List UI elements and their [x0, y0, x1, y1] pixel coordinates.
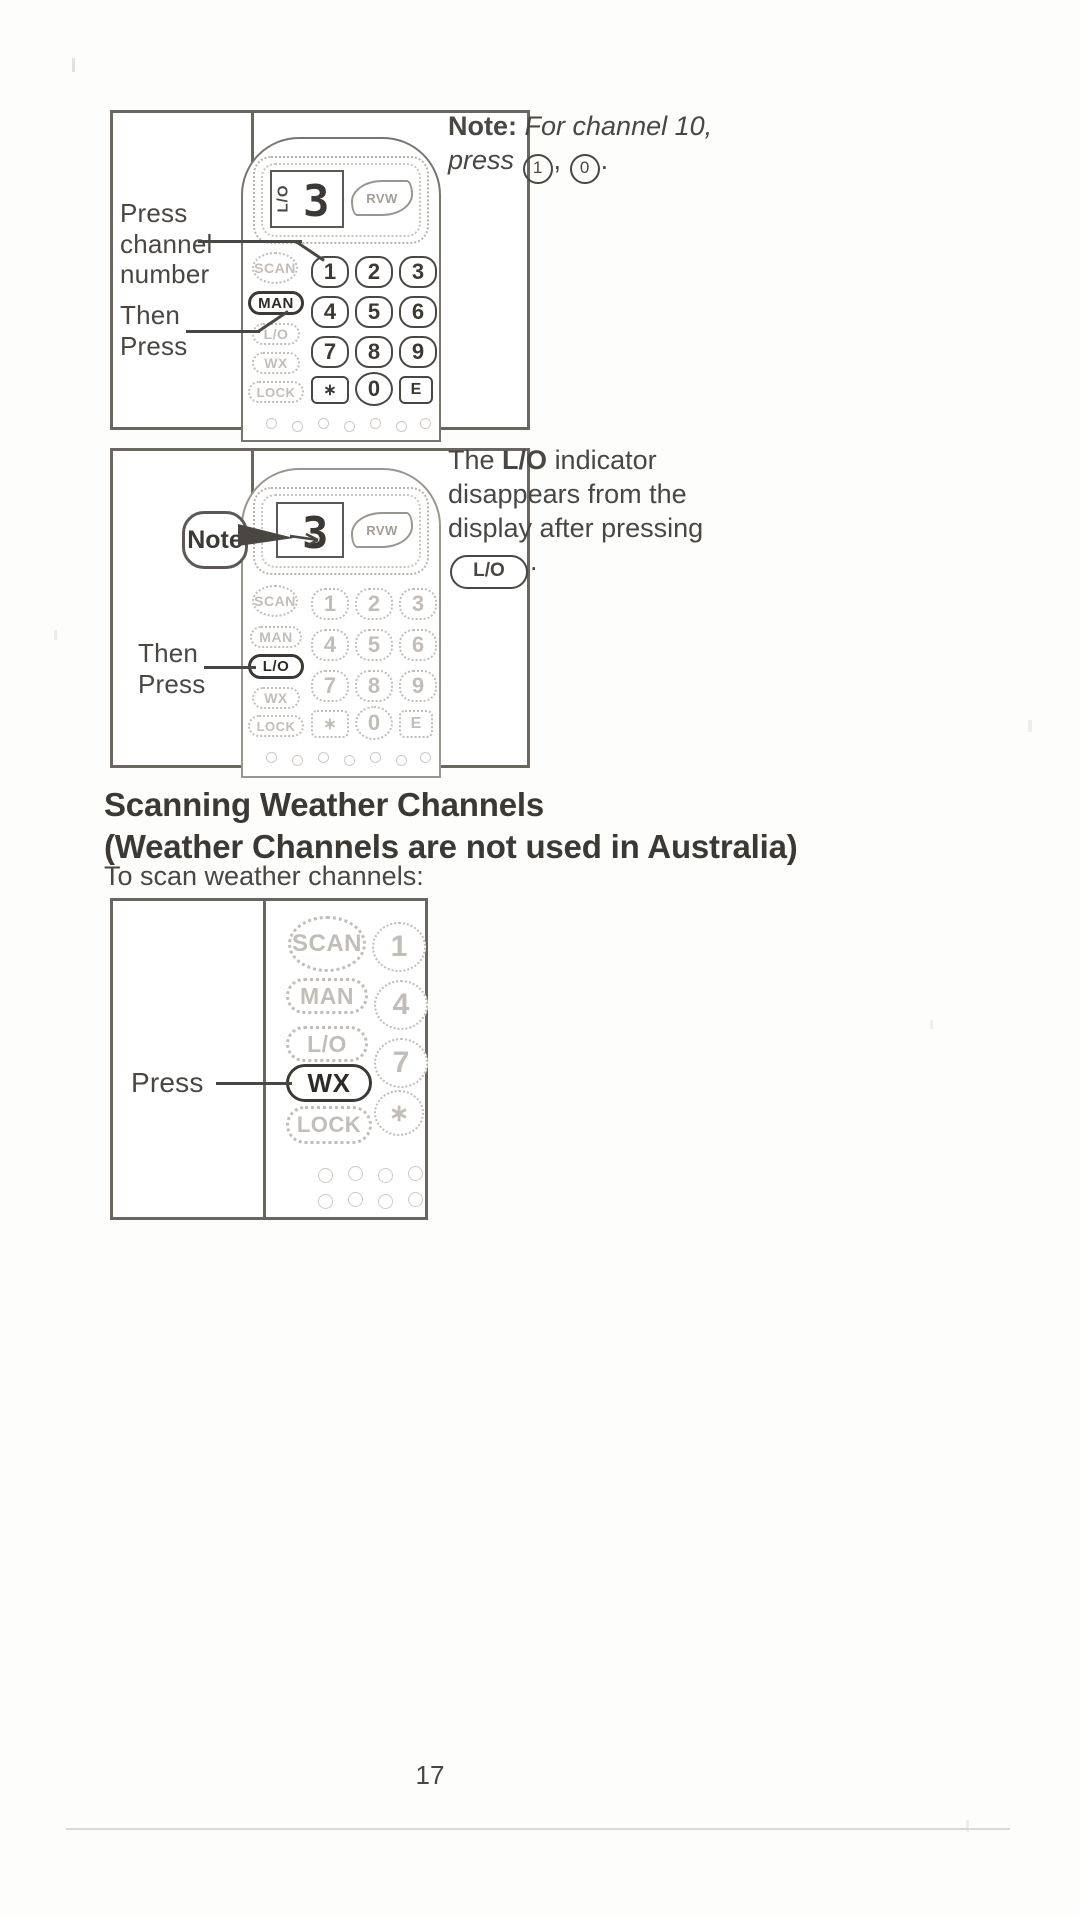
leader-line-1 — [198, 240, 302, 243]
lo-note-line2: disappears from the — [448, 478, 687, 509]
caption-press-channel-number: Press channel number — [120, 198, 213, 290]
key-7[interactable]: 7 — [311, 670, 349, 702]
speaker-hole — [318, 1194, 333, 1209]
key-8[interactable]: 8 — [355, 336, 393, 368]
note-terminator: . — [600, 144, 609, 175]
key-2[interactable]: 2 — [355, 588, 393, 620]
key-5[interactable]: 5 — [355, 296, 393, 328]
note-channel-10: Note: For channel 10, press 1, 0. — [448, 110, 748, 184]
speaker-hole — [378, 1194, 393, 1209]
speaker-hole — [344, 755, 355, 766]
inline-key-0: 0 — [569, 153, 600, 184]
key-3[interactable]: 3 — [399, 256, 437, 288]
note-pointer-arrow — [238, 524, 319, 548]
key-4-large[interactable]: 4 — [374, 980, 428, 1030]
note-label: Note: — [448, 111, 517, 141]
speaker-hole — [292, 421, 303, 432]
speaker-hole — [408, 1192, 423, 1207]
key-asterisk[interactable]: ∗ — [311, 710, 349, 738]
scan-speck — [72, 58, 75, 72]
scan-speck — [966, 1820, 969, 1832]
speaker-hole — [396, 421, 407, 432]
key-lo[interactable]: L/O — [252, 323, 300, 345]
speaker-hole — [378, 1168, 393, 1183]
key-e[interactable]: E — [399, 710, 433, 738]
key-man-highlighted[interactable]: MAN — [248, 291, 304, 315]
key-1[interactable]: 1 — [311, 588, 349, 620]
key-2[interactable]: 2 — [355, 256, 393, 288]
key-lock[interactable]: LOCK — [248, 381, 304, 403]
panel-divider — [263, 901, 266, 1217]
key-wx-highlighted[interactable]: WX — [286, 1064, 372, 1102]
key-0[interactable]: 0 — [355, 706, 393, 740]
key-lock[interactable]: LOCK — [248, 715, 304, 737]
leader-line-4 — [216, 1082, 292, 1085]
key-e[interactable]: E — [399, 376, 433, 404]
speaker-hole — [408, 1166, 423, 1181]
speaker-hole — [348, 1166, 363, 1181]
lo-note-bold: L/O — [502, 445, 548, 475]
key-6[interactable]: 6 — [399, 629, 437, 661]
key-1-large[interactable]: 1 — [372, 922, 426, 972]
speaker-hole — [348, 1192, 363, 1207]
key-5[interactable]: 5 — [355, 629, 393, 661]
speaker-hole — [420, 418, 431, 429]
page-number: 17 — [415, 1760, 445, 1790]
leader-line-3 — [204, 666, 256, 669]
key-8[interactable]: 8 — [355, 670, 393, 702]
note-line1: For channel 10, — [524, 111, 713, 141]
lo-note-line3: display after pressing — [448, 512, 704, 543]
scan-speck — [930, 1020, 933, 1029]
key-lock-large[interactable]: LOCK — [286, 1106, 372, 1144]
manual-page: L/O 3 RVW SCAN MAN L/O WX LOCK 1 2 3 4 5… — [0, 0, 1080, 1916]
key-7[interactable]: 7 — [311, 336, 349, 368]
speaker-hole — [318, 752, 329, 763]
speaker-hole — [292, 755, 303, 766]
note-line2-prefix: press — [448, 144, 515, 175]
key-scan[interactable]: SCAN — [252, 585, 298, 617]
key-lo-large[interactable]: L/O — [286, 1026, 368, 1062]
leader-line-2 — [186, 330, 260, 333]
section-heading: Scanning Weather Channels (Weather Chann… — [104, 784, 984, 868]
lo-indicator-note: The L/O indicator disappears from the di… — [448, 444, 748, 590]
heading-line-1: Scanning Weather Channels — [104, 786, 544, 823]
speaker-hole — [266, 752, 277, 763]
lo-note-line1-prefix: The — [448, 445, 495, 475]
lcd-lo-indicator: L/O — [274, 184, 292, 213]
speaker-hole — [318, 418, 329, 429]
key-scan[interactable]: SCAN — [252, 252, 298, 284]
speaker-hole — [370, 418, 381, 429]
speaker-hole — [370, 752, 381, 763]
footer-rule — [66, 1828, 1010, 1830]
speaker-hole — [420, 752, 431, 763]
key-1[interactable]: 1 — [311, 256, 349, 288]
inline-key-lo: L/O — [450, 555, 528, 590]
lcd-channel-digit: 3 — [303, 176, 330, 227]
key-scan-large[interactable]: SCAN — [288, 916, 366, 972]
key-asterisk-large[interactable]: ∗ — [374, 1090, 424, 1136]
speaker-hole — [344, 421, 355, 432]
caption-then-press-2: Then Press — [138, 638, 206, 699]
key-4[interactable]: 4 — [311, 296, 349, 328]
section-intro: To scan weather channels: — [104, 861, 424, 891]
key-6[interactable]: 6 — [399, 296, 437, 328]
speaker-hole — [396, 755, 407, 766]
key-0[interactable]: 0 — [355, 372, 393, 406]
key-9[interactable]: 9 — [399, 670, 437, 702]
scan-speck — [54, 630, 57, 640]
inline-key-1: 1 — [522, 153, 553, 184]
key-3[interactable]: 3 — [399, 588, 437, 620]
lo-note-line1-suffix: indicator — [554, 445, 657, 475]
speaker-hole — [318, 1168, 333, 1183]
key-wx[interactable]: WX — [252, 352, 300, 374]
key-9[interactable]: 9 — [399, 336, 437, 368]
key-man-large[interactable]: MAN — [286, 978, 368, 1014]
scan-speck — [1028, 720, 1032, 732]
key-asterisk[interactable]: ∗ — [311, 376, 349, 404]
key-7-large[interactable]: 7 — [374, 1038, 428, 1088]
speaker-hole — [266, 418, 277, 429]
note-separator: , — [553, 144, 562, 175]
lo-note-terminator: . — [530, 546, 538, 577]
key-4[interactable]: 4 — [311, 629, 349, 661]
